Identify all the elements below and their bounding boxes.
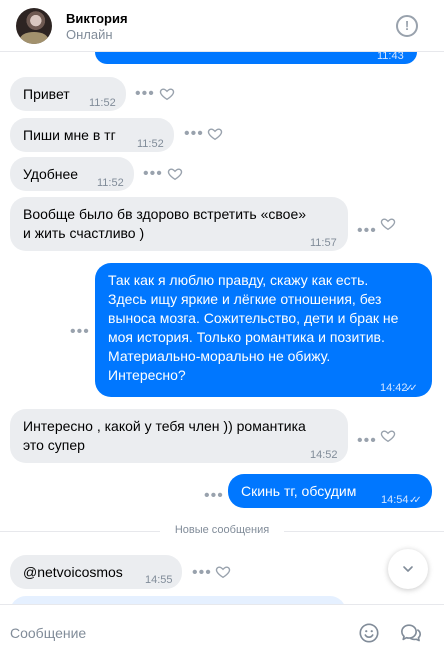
read-check-icon: ✓✓ (405, 383, 418, 394)
like-heart-icon[interactable] (380, 428, 396, 444)
message-bubble-incoming[interactable]: Вообще было бв здорово встретить «свое» … (10, 197, 348, 251)
message-more-icon[interactable]: ••• (192, 565, 212, 581)
message-bubble-outgoing[interactable]: Так как я люблю правду, скажу как есть. … (95, 263, 432, 397)
like-heart-icon[interactable] (380, 216, 396, 232)
like-heart-icon[interactable] (207, 126, 223, 142)
chevron-down-icon (403, 566, 413, 572)
scroll-down-button[interactable] (388, 549, 428, 589)
read-check-icon: ✓✓ (409, 495, 422, 506)
message-text: Интересно , какой у тебя член )) романти… (23, 418, 306, 453)
avatar[interactable] (16, 8, 52, 44)
message-text: Вообще было бв здорово встретить «свое» … (23, 206, 307, 241)
message-bubble-incoming[interactable]: @netvoicosmos 14:55 (10, 555, 182, 589)
message-time: 11:52 (137, 138, 164, 150)
message-time: 11:52 (97, 177, 124, 189)
message-time: 14:55 (145, 574, 173, 586)
like-heart-icon[interactable] (167, 166, 183, 182)
smile-icon[interactable] (358, 622, 380, 644)
message-more-icon[interactable]: ••• (204, 488, 224, 504)
message-list[interactable]: 11:43 Привет 11:52 ••• Пиши мне в тг 11:… (0, 0, 444, 612)
new-messages-label: Новые сообщения (160, 524, 284, 536)
message-bubble-incoming[interactable]: Удобнее 11:52 (10, 157, 134, 191)
message-more-icon[interactable]: ••• (357, 223, 377, 239)
message-text: Так как я люблю правду, скажу как есть. … (108, 272, 399, 383)
message-bubble-incoming[interactable]: Интересно , какой у тебя член )) романти… (10, 409, 348, 463)
message-more-icon[interactable]: ••• (135, 86, 155, 102)
voice-message-icon[interactable] (399, 622, 423, 644)
message-more-icon[interactable]: ••• (184, 126, 204, 142)
like-heart-icon[interactable] (159, 86, 175, 102)
message-composer (0, 604, 444, 657)
like-heart-icon[interactable] (215, 564, 231, 580)
message-bubble-outgoing[interactable]: Скинь тг, обсудим 14:54 ✓✓ (228, 474, 432, 508)
message-more-icon[interactable]: ••• (143, 166, 163, 182)
message-time: 14:54 (381, 494, 409, 506)
message-time: 11:52 (89, 97, 116, 109)
contact-name[interactable]: Виктория (66, 11, 128, 26)
message-time: 11:57 (310, 237, 337, 249)
info-icon[interactable]: ! (396, 15, 418, 37)
chat-window: 11:43 Привет 11:52 ••• Пиши мне в тг 11:… (0, 0, 444, 657)
message-input[interactable] (10, 623, 340, 643)
contact-status: Онлайн (66, 27, 113, 42)
message-bubble-incoming[interactable]: Пиши мне в тг 11:52 (10, 118, 174, 152)
message-time: 14:42 (380, 382, 408, 394)
chat-header: Виктория Онлайн ! (0, 0, 444, 52)
message-time: 14:52 (310, 449, 338, 461)
message-more-icon[interactable]: ••• (357, 433, 377, 449)
message-more-icon[interactable]: ••• (70, 324, 90, 340)
message-bubble-incoming[interactable]: Привет 11:52 (10, 77, 126, 111)
